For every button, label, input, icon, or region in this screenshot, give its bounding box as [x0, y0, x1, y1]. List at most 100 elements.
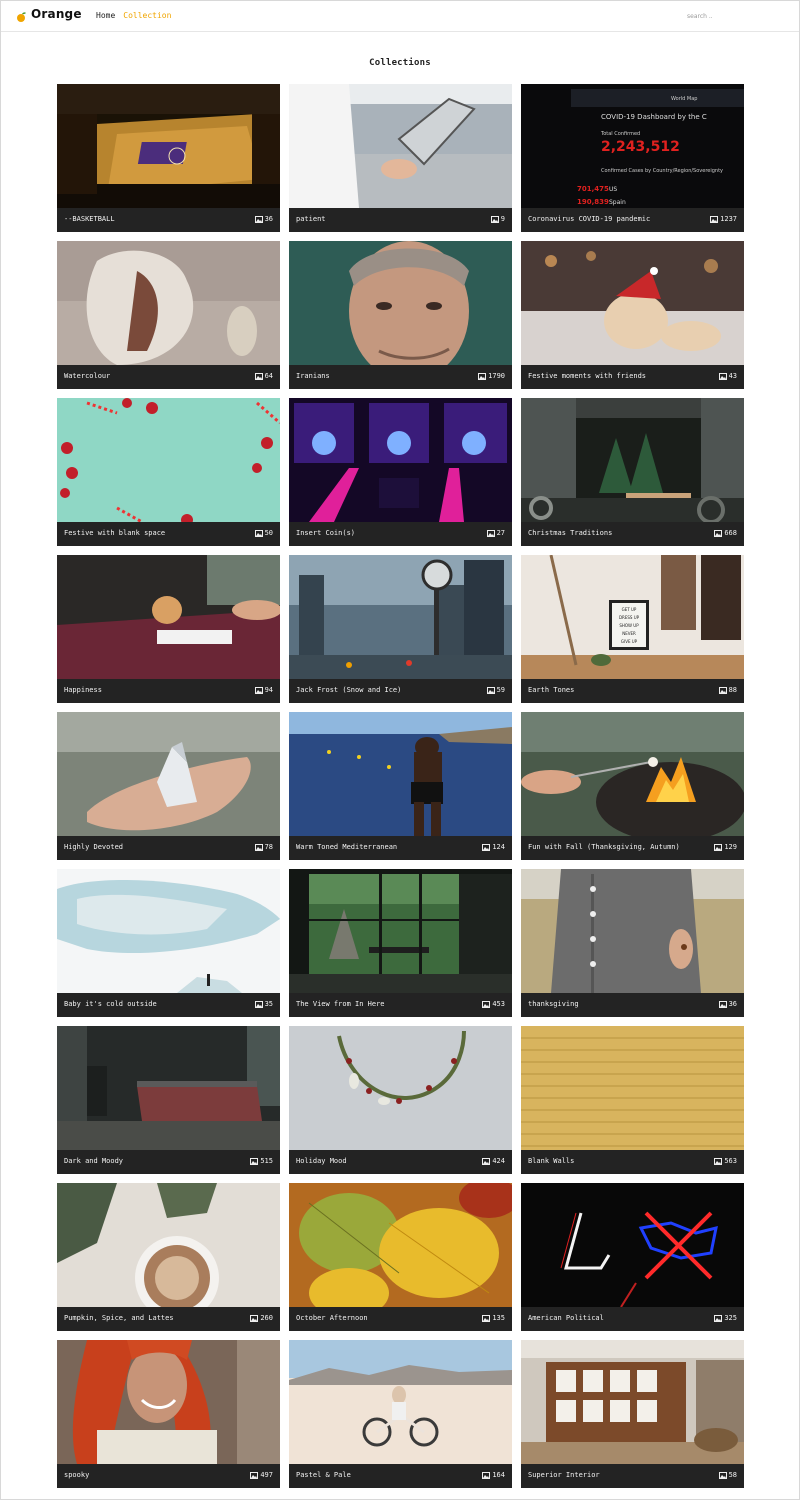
collection-card[interactable]: Watercolour 64 [57, 241, 280, 389]
image-icon [486, 686, 495, 694]
collection-card[interactable]: spooky 497 [57, 1340, 280, 1488]
collection-thumbnail [289, 398, 512, 522]
collection-count: 124 [482, 843, 505, 851]
collection-card[interactable]: Dark and Moody 515 [57, 1026, 280, 1174]
collection-count: 164 [482, 1471, 505, 1479]
collection-card[interactable]: Pastel & Pale 164 [289, 1340, 512, 1488]
collection-card[interactable]: Baby it's cold outside 35 [57, 869, 280, 1017]
collection-card[interactable]: Holiday Mood 424 [289, 1026, 512, 1174]
collection-thumbnail [57, 241, 280, 365]
collection-card[interactable]: Happiness 94 [57, 555, 280, 703]
image-icon [714, 1314, 723, 1322]
sign-line-5: GIVE UP [621, 639, 638, 644]
collection-count-value: 260 [260, 1314, 273, 1322]
collection-count-value: 43 [728, 372, 737, 380]
collection-title: Highly Devoted [64, 843, 124, 851]
collection-caption: Warm Toned Mediterranean 124 [289, 836, 512, 860]
collection-caption: Holiday Mood 424 [289, 1150, 512, 1174]
collection-title: Earth Tones [528, 686, 575, 694]
collection-thumbnail [57, 712, 280, 836]
collection-card[interactable]: Blank Walls 563 [521, 1026, 744, 1174]
collection-caption: --BASKETBALL 36 [57, 208, 280, 232]
collection-card[interactable]: Superior Interior 58 [521, 1340, 744, 1488]
collection-caption: Pumpkin, Spice, and Lattes 260 [57, 1307, 280, 1331]
navbar: Orange Home Collection [1, 1, 799, 32]
collection-count-value: 1237 [720, 215, 737, 223]
collection-count-value: 124 [492, 843, 505, 851]
collection-count-value: 9 [500, 215, 505, 223]
collection-count-value: 424 [492, 1157, 505, 1165]
collection-card[interactable]: thanksgiving 36 [521, 869, 744, 1017]
collection-count-value: 135 [492, 1314, 505, 1322]
collection-title: Festive moments with friends [528, 372, 647, 380]
collection-title: October Afternoon [296, 1314, 368, 1322]
collection-card[interactable]: Festive with blank space 50 [57, 398, 280, 546]
collection-title: Watercolour [64, 372, 111, 380]
image-icon [482, 1314, 491, 1322]
collection-count: 78 [254, 843, 273, 851]
collection-thumbnail [289, 1026, 512, 1150]
image-icon [490, 215, 499, 223]
collection-card[interactable]: Warm Toned Mediterranean 124 [289, 712, 512, 860]
sign-line-3: SHOW UP [619, 623, 639, 628]
collection-card[interactable]: Pumpkin, Spice, and Lattes 260 [57, 1183, 280, 1331]
collection-card[interactable]: World Map COVID-19 Dashboard by the C To… [521, 84, 744, 232]
collection-count: 424 [482, 1157, 505, 1165]
collection-thumbnail [521, 398, 744, 522]
page-title: Collections [369, 58, 431, 68]
collection-caption: October Afternoon 135 [289, 1307, 512, 1331]
collection-title: Festive with blank space [64, 529, 166, 537]
collection-count: 129 [714, 843, 737, 851]
collection-count: 563 [714, 1157, 737, 1165]
collection-card[interactable]: American Political 325 [521, 1183, 744, 1331]
collection-caption: Superior Interior 58 [521, 1464, 744, 1488]
collection-count-value: 36 [728, 1000, 737, 1008]
image-icon [718, 1471, 727, 1479]
collection-card[interactable]: GET UP DRESS UP SHOW UP NEVER GIVE UP Ea… [521, 555, 744, 703]
collection-title: spooky [64, 1471, 90, 1479]
collection-title: Iranians [296, 372, 330, 380]
collection-title: The View from In Here [296, 1000, 385, 1008]
collection-card[interactable]: Jack Frost (Snow and Ice) 59 [289, 555, 512, 703]
collection-card[interactable]: The View from In Here 453 [289, 869, 512, 1017]
collection-title: patient [296, 215, 326, 223]
collection-card[interactable]: Christmas Traditions 668 [521, 398, 744, 546]
collection-caption: Christmas Traditions 668 [521, 522, 744, 546]
collection-card[interactable]: patient 9 [289, 84, 512, 232]
image-icon [710, 215, 719, 223]
covid-total-number: 2,243,512 [601, 139, 680, 155]
collection-thumbnail [57, 1026, 280, 1150]
collection-thumbnail [521, 1026, 744, 1150]
collection-card[interactable]: October Afternoon 135 [289, 1183, 512, 1331]
collection-card[interactable]: Festive moments with friends 43 [521, 241, 744, 389]
collection-caption: Earth Tones 88 [521, 679, 744, 703]
collection-thumbnail [521, 712, 744, 836]
collection-caption: The View from In Here 453 [289, 993, 512, 1017]
collection-card[interactable]: Fun with Fall (Thanksgiving, Autumn) 129 [521, 712, 744, 860]
collection-thumbnail [289, 241, 512, 365]
nav-home-link[interactable]: Home [96, 11, 115, 20]
search-input[interactable] [687, 10, 747, 23]
collection-count: 88 [718, 686, 737, 694]
collection-card[interactable]: Highly Devoted 78 [57, 712, 280, 860]
image-icon [250, 1314, 259, 1322]
collection-caption: Baby it's cold outside 35 [57, 993, 280, 1017]
collection-caption: Dark and Moody 515 [57, 1150, 280, 1174]
collection-caption: Jack Frost (Snow and Ice) 59 [289, 679, 512, 703]
covid-total-label: Total Confirmed [600, 131, 640, 137]
collection-count: 27 [486, 529, 505, 537]
collection-thumbnail [57, 398, 280, 522]
image-icon [714, 843, 723, 851]
collection-card[interactable]: --BASKETBALL 36 [57, 84, 280, 232]
collection-card[interactable]: Insert Coin(s) 27 [289, 398, 512, 546]
collection-card[interactable]: Iranians 1790 [289, 241, 512, 389]
covid-map-label: World Map [671, 96, 697, 102]
image-icon [482, 1000, 491, 1008]
collection-title: thanksgiving [528, 1000, 579, 1008]
brand[interactable]: Orange [16, 7, 82, 22]
image-icon [486, 529, 495, 537]
collection-count: 1790 [478, 372, 505, 380]
collection-caption: Festive with blank space 50 [57, 522, 280, 546]
nav-collection-link[interactable]: Collection [123, 11, 171, 20]
collection-thumbnail [289, 1183, 512, 1307]
